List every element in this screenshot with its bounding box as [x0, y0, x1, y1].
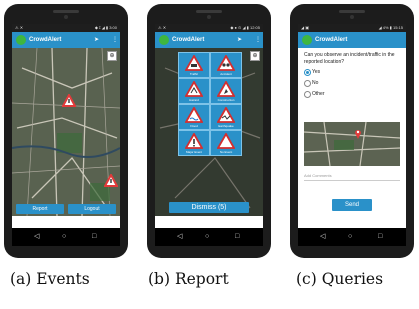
- speaker: [53, 10, 79, 13]
- caption-queries: (c) Queries: [296, 270, 384, 288]
- front-camera: [350, 15, 354, 19]
- speaker: [339, 10, 365, 13]
- recents-icon[interactable]: □: [235, 228, 239, 246]
- report-tile-traffic[interactable]: Traffic: [178, 52, 210, 78]
- status-right: ◆ ⟟ ◢ ▮ 3:00: [94, 25, 117, 30]
- no-event-sign-icon: [217, 133, 235, 149]
- radio-other[interactable]: [304, 91, 311, 98]
- report-button[interactable]: Report: [16, 204, 64, 214]
- screen: ⚠ ✕ ◆ ● ⊙ ◢ ▮ 12:05 CrowdAlert ➤ ⋮ ⊕ Tra…: [155, 24, 263, 228]
- caption-report: (b) Report: [148, 270, 229, 288]
- location-icon[interactable]: ➤: [94, 32, 99, 48]
- tile-label: Flood: [190, 124, 198, 128]
- radio-yes-label: Yes: [312, 69, 321, 75]
- status-left: ⚠ ✕: [158, 25, 167, 30]
- home-icon[interactable]: ○: [348, 228, 352, 246]
- locate-me-icon[interactable]: ⊕: [107, 51, 117, 61]
- send-button[interactable]: Send: [332, 199, 372, 211]
- locate-me-icon[interactable]: ⊕: [250, 51, 260, 61]
- traffic-sign-icon: [185, 55, 203, 71]
- radio-no[interactable]: [304, 80, 311, 87]
- tile-label: Accident: [220, 72, 232, 76]
- tile-label: Earthquake: [218, 124, 234, 128]
- accident-sign-icon: [217, 55, 235, 71]
- construction-sign-icon: [217, 81, 235, 97]
- back-icon[interactable]: ◁: [34, 228, 39, 246]
- status-bar: ⚠ ✕ ◆ ● ⊙ ◢ ▮ 12:05: [155, 24, 263, 32]
- query-question: Can you observe an incident/traffic in t…: [304, 52, 395, 65]
- alert-marker-icon[interactable]: [104, 174, 118, 188]
- dismiss-button[interactable]: Dismiss (5): [169, 202, 249, 213]
- tile-label: Traffic: [189, 72, 199, 76]
- app-logo-icon: [302, 35, 312, 45]
- nav-bar: ◁ ○ □: [155, 228, 263, 246]
- app-bar: CrowdAlert ➤ ⋮: [155, 32, 263, 48]
- overflow-menu-icon[interactable]: ⋮: [112, 32, 118, 48]
- map-pin-icon: [355, 130, 361, 139]
- screen: ◢ ▣ ◢ 4% ▮ 15:15 CrowdAlert Can you obse…: [298, 24, 406, 228]
- report-tile-no-event[interactable]: No Event: [210, 130, 242, 156]
- alert-marker-icon[interactable]: [62, 94, 76, 108]
- tile-label: No Event: [219, 150, 233, 154]
- status-right: ◆ ● ⊙ ◢ ▮ 12:05: [230, 25, 260, 30]
- status-bar: ◢ ▣ ◢ 4% ▮ 15:15: [298, 24, 406, 32]
- report-tile-flood[interactable]: Flood: [178, 104, 210, 130]
- back-icon[interactable]: ◁: [320, 228, 325, 246]
- satellite-map[interactable]: ⊕ Report Logout: [12, 47, 120, 217]
- app-title: CrowdAlert: [29, 37, 62, 43]
- app-bar: CrowdAlert: [298, 32, 406, 48]
- recents-icon[interactable]: □: [92, 228, 96, 246]
- tile-label: Construction: [217, 98, 235, 102]
- map-image: [12, 47, 120, 217]
- report-tile-hazard[interactable]: Hazard: [178, 78, 210, 104]
- comments-input[interactable]: Add Comments: [304, 172, 400, 181]
- logout-button[interactable]: Logout: [68, 204, 116, 214]
- radio-yes[interactable]: [304, 69, 311, 76]
- app-logo-icon: [16, 35, 26, 45]
- hazard-sign-icon: [185, 81, 203, 97]
- caption-events: (a) Events: [10, 270, 90, 288]
- phone-events: ⚠ ✕ ◆ ⟟ ◢ ▮ 3:00 CrowdAlert ➤ ⋮ ⊕ Report…: [4, 4, 128, 258]
- overflow-menu-icon[interactable]: ⋮: [255, 32, 261, 48]
- phone-report: ⚠ ✕ ◆ ● ⊙ ◢ ▮ 12:05 CrowdAlert ➤ ⋮ ⊕ Tra…: [147, 4, 271, 258]
- speaker: [196, 10, 222, 13]
- phone-queries: ◢ ▣ ◢ 4% ▮ 15:15 CrowdAlert Can you obse…: [290, 4, 414, 258]
- radio-no-label: No: [312, 80, 319, 86]
- map-image: [303, 121, 401, 167]
- report-tile-accident[interactable]: Accident: [210, 52, 242, 78]
- back-icon[interactable]: ◁: [177, 228, 182, 246]
- location-icon[interactable]: ➤: [237, 32, 242, 48]
- app-title: CrowdAlert: [315, 37, 348, 43]
- status-right: ◢ 4% ▮ 15:15: [378, 25, 403, 30]
- report-tile-major-event[interactable]: Major Event: [178, 130, 210, 156]
- tile-label: Hazard: [189, 98, 199, 102]
- earthquake-sign-icon: [217, 107, 235, 123]
- query-map[interactable]: [303, 121, 401, 167]
- home-icon[interactable]: ○: [62, 228, 66, 246]
- tile-label: Major Event: [185, 150, 202, 154]
- app-title: CrowdAlert: [172, 37, 205, 43]
- status-bar: ⚠ ✕ ◆ ⟟ ◢ ▮ 3:00: [12, 24, 120, 32]
- radio-other-label: Other: [312, 91, 325, 97]
- app-logo-icon: [159, 35, 169, 45]
- screen: ⚠ ✕ ◆ ⟟ ◢ ▮ 3:00 CrowdAlert ➤ ⋮ ⊕ Report…: [12, 24, 120, 228]
- nav-bar: ◁ ○ □: [298, 228, 406, 246]
- nav-bar: ◁ ○ □: [12, 228, 120, 246]
- status-left: ⚠ ✕: [15, 25, 24, 30]
- front-camera: [64, 15, 68, 19]
- flood-sign-icon: [185, 107, 203, 123]
- report-tile-construction[interactable]: Construction: [210, 78, 242, 104]
- status-left: ◢ ▣: [301, 25, 309, 30]
- app-bar: CrowdAlert ➤ ⋮: [12, 32, 120, 48]
- major-event-sign-icon: [185, 133, 203, 149]
- front-camera: [207, 15, 211, 19]
- recents-icon[interactable]: □: [378, 228, 382, 246]
- home-icon[interactable]: ○: [205, 228, 209, 246]
- report-tile-earthquake[interactable]: Earthquake: [210, 104, 242, 130]
